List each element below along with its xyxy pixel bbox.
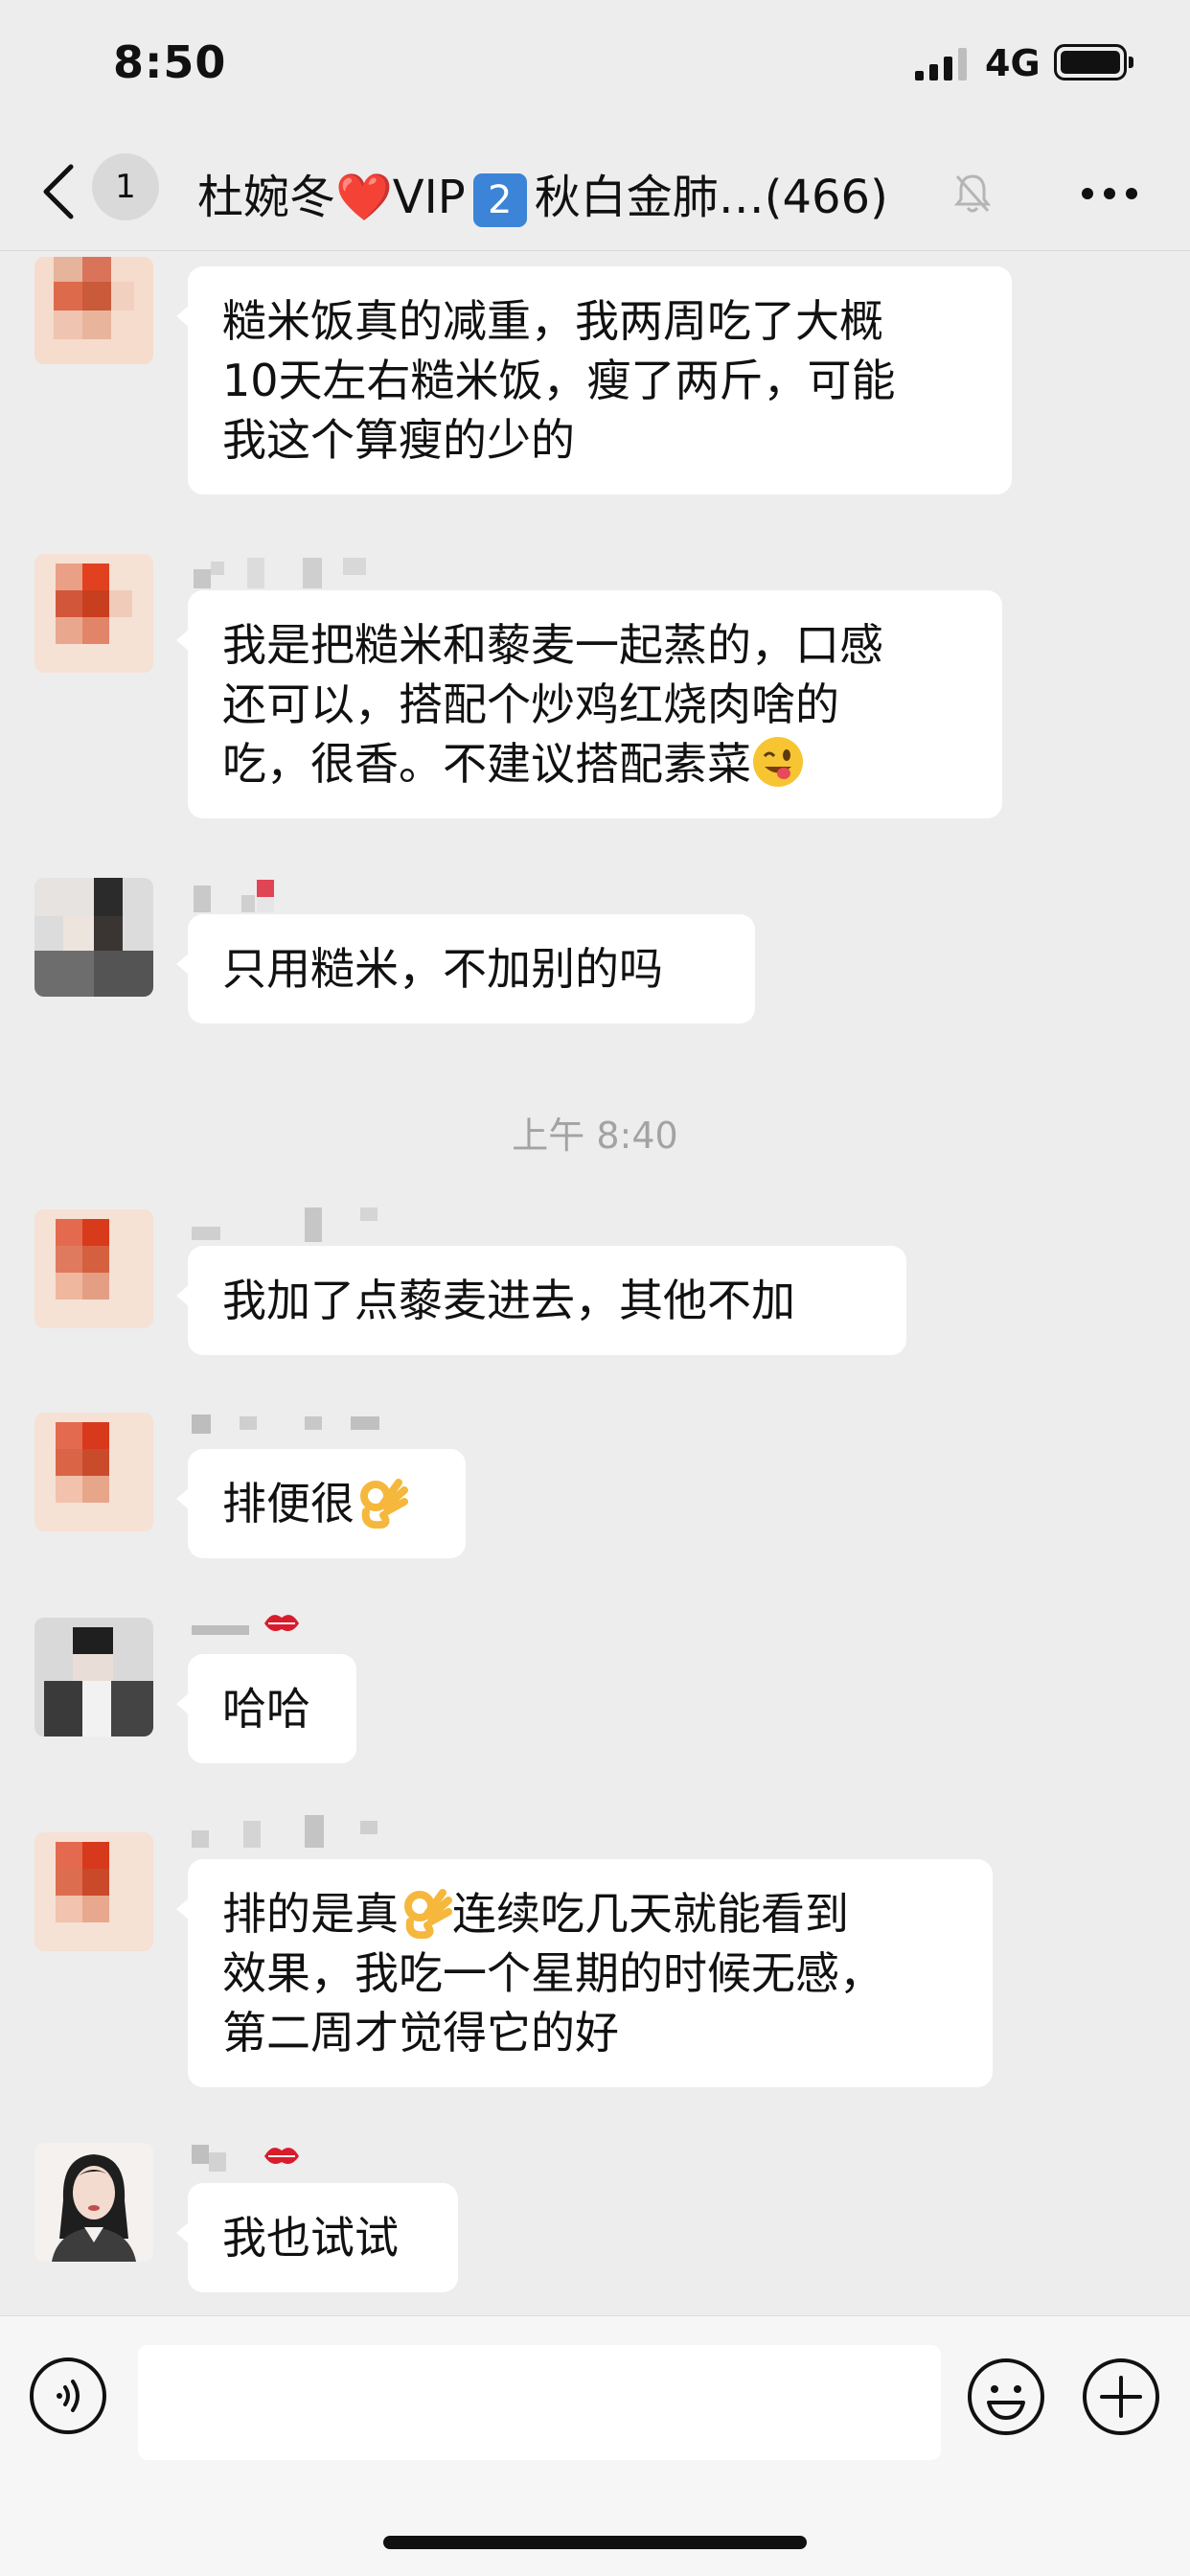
title-name: 杜婉冬 (197, 171, 336, 224)
message-text: 排便很 (222, 1478, 355, 1530)
title-vip: VIP (392, 171, 466, 224)
title-suffix: 秋白金肺…(466) (534, 171, 888, 224)
avatar-pixelated[interactable] (34, 1618, 153, 1736)
cellular-signal-icon (915, 48, 967, 80)
status-bar: 8:50 4G (0, 0, 1190, 134)
unread-count-badge[interactable]: 1 (92, 153, 159, 220)
message-bubble[interactable]: 排便很 (176, 1449, 466, 1558)
message-bubble[interactable]: 只用糙米，不加别的吗 (176, 914, 755, 1024)
sender-nickname-pixelated (194, 558, 366, 588)
avatar-pixelated[interactable] (34, 1832, 153, 1951)
home-indicator[interactable] (383, 2536, 807, 2549)
chat-header: 1 杜婉冬❤️VIP 2 秋白金肺…(466) (0, 134, 1190, 251)
voice-input-icon[interactable] (29, 2357, 107, 2435)
winking-tongue-emoji (753, 737, 803, 787)
message-bubble[interactable]: 排的是真 连续吃几天就能看到 效果，我吃一个星期的时候无感， 第二周才觉得它的好 (176, 1859, 993, 2087)
avatar-pixelated[interactable] (34, 257, 153, 364)
kiss-mark-emoji (264, 2148, 299, 2164)
avatar-illustrated-woman[interactable] (34, 2143, 153, 2262)
avatar-pixelated[interactable] (34, 1209, 153, 1328)
mute-bell-icon (953, 174, 992, 213)
battery-icon (1054, 44, 1133, 80)
more-options-icon[interactable] (1081, 187, 1138, 200)
kiss-mark-emoji (264, 1615, 299, 1631)
sender-nickname-pixelated (192, 1414, 379, 1434)
message-text-a: 排的是真 (222, 1888, 399, 1940)
message-bubble[interactable]: 我是把糙米和藜麦一起蒸的，口感 还可以，搭配个炒鸡红烧肉啥的 吃，很香。不建议搭… (176, 590, 1002, 818)
message-bubble[interactable]: 糙米饭真的减重，我两周吃了大概 10天左右糙米饭，瘦了两斤，可能 我这个算瘦的少… (176, 266, 1012, 494)
network-type: 4G (985, 42, 1041, 84)
group-title[interactable]: 杜婉冬❤️VIP 2 秋白金肺…(466) (197, 159, 888, 227)
ok-hand-emoji (360, 1479, 408, 1529)
ok-hand-emoji (404, 1889, 452, 1939)
sender-nickname-pixelated (194, 880, 274, 912)
back-chevron-icon[interactable] (40, 163, 79, 220)
avatar-pixelated[interactable] (34, 554, 153, 673)
message-bubble[interactable]: 我加了点藜麦进去，其他不加 (176, 1246, 906, 1355)
time-divider: 上午 8:40 (512, 1115, 678, 1157)
add-attachment-icon[interactable] (1081, 2357, 1161, 2437)
message-input[interactable] (138, 2345, 941, 2460)
keycap-two-emoji: 2 (472, 173, 527, 227)
avatar-pixelated[interactable] (34, 1413, 153, 1531)
emoji-picker-icon[interactable] (966, 2357, 1046, 2437)
status-time: 8:50 (113, 36, 227, 88)
message-bubble[interactable]: 哈哈 (176, 1654, 356, 1763)
message-bubble[interactable]: 我也试试 (176, 2183, 458, 2292)
avatar-pixelated[interactable] (34, 878, 153, 997)
sender-nickname-pixelated (192, 1815, 378, 1848)
sender-nickname-pixelated (192, 1208, 378, 1242)
heart-emoji: ❤️ (335, 171, 393, 224)
